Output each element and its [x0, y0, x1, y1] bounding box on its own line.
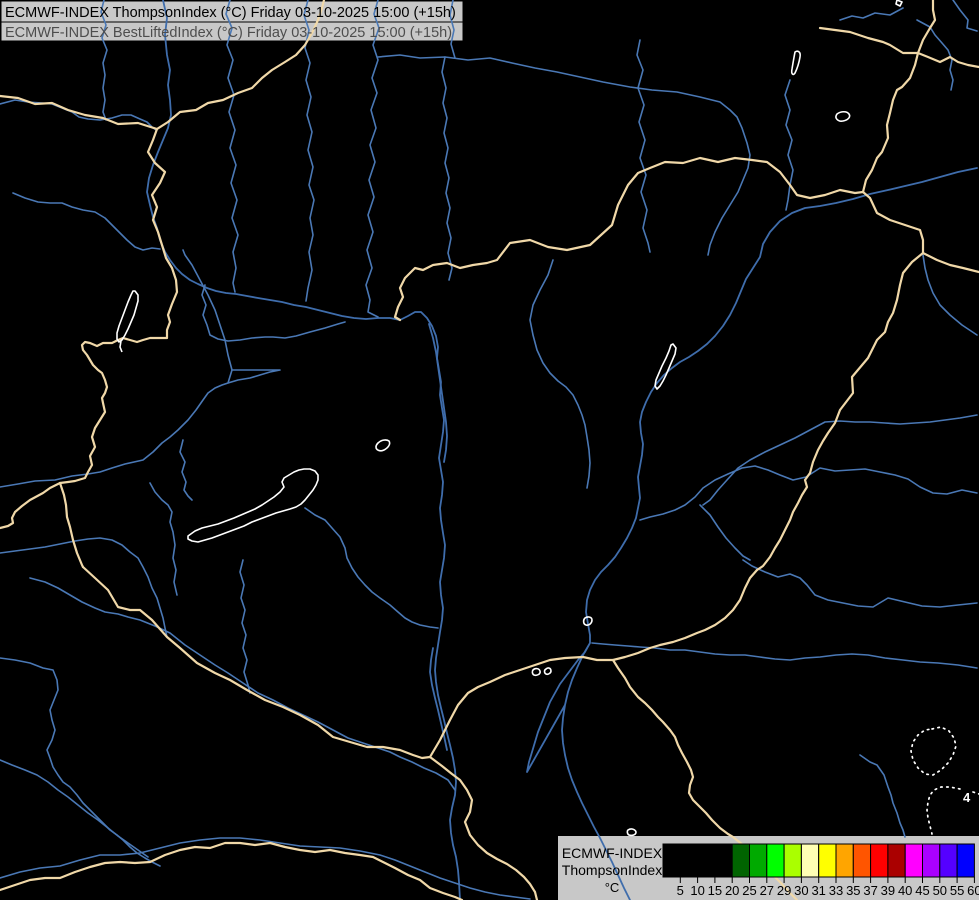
colorbar-label: 40 [898, 883, 912, 898]
colorbar-label: 29 [777, 883, 791, 898]
legend-unit-label: °C [605, 880, 620, 895]
colorbar-cell [819, 844, 836, 877]
colorbar-label: 5 [677, 883, 684, 898]
colorbar-cell [888, 844, 905, 877]
weather-map-screen: 4 ECMWF-INDEX ThompsonIndex (°C) Friday … [0, 0, 979, 900]
map-canvas: 4 ECMWF-INDEX ThompsonIndex (°C) Friday … [0, 0, 979, 900]
legend-model-label: ECMWF-INDEX [562, 845, 663, 861]
colorbar-label: 55 [950, 883, 964, 898]
colorbar-label: 37 [863, 883, 877, 898]
colorbar-label: 35 [846, 883, 860, 898]
colorbar-cell [871, 844, 888, 877]
legend-index-label: ThompsonIndex [562, 862, 662, 878]
colorbar-cell [801, 844, 818, 877]
colorbar-cell [853, 844, 870, 877]
contour-value-label: 4 [963, 790, 971, 805]
colorbar-label: 50 [933, 883, 947, 898]
title-line-1: ECMWF-INDEX ThompsonIndex (°C) Friday 03… [5, 5, 456, 21]
colorbar-label: 33 [829, 883, 843, 898]
legend-colorbar: 5 10 152025 27293031 333537 394045 505560 [663, 844, 979, 898]
colorbar-cell [923, 844, 940, 877]
colorbar-cell [784, 844, 801, 877]
colorbar-label: 30 [794, 883, 808, 898]
title-line-2: ECMWF-INDEX BestLiftedIndex (°C) Friday … [5, 25, 452, 41]
colorbar-label: 31 [811, 883, 825, 898]
colorbar-cell [680, 844, 697, 877]
colorbar-label: 39 [881, 883, 895, 898]
colorbar-label: 27 [760, 883, 774, 898]
colorbar-cell [732, 844, 749, 877]
colorbar-cell [663, 844, 680, 877]
colorbar-cell [698, 844, 715, 877]
colorbar-cell [750, 844, 767, 877]
colorbar-label: 25 [742, 883, 756, 898]
colorbar-cell [905, 844, 922, 877]
colorbar-cell [715, 844, 732, 877]
colorbar-cell [836, 844, 853, 877]
colorbar-label: 60 [967, 883, 979, 898]
colorbar-label: 45 [915, 883, 929, 898]
colorbar-label: 10 [690, 883, 704, 898]
colorbar-cell [767, 844, 784, 877]
colorbar-cell [940, 844, 957, 877]
colorbar-label: 20 [725, 883, 739, 898]
colorbar-label: 15 [708, 883, 722, 898]
colorbar-cell [957, 844, 974, 877]
map-background [0, 0, 979, 900]
